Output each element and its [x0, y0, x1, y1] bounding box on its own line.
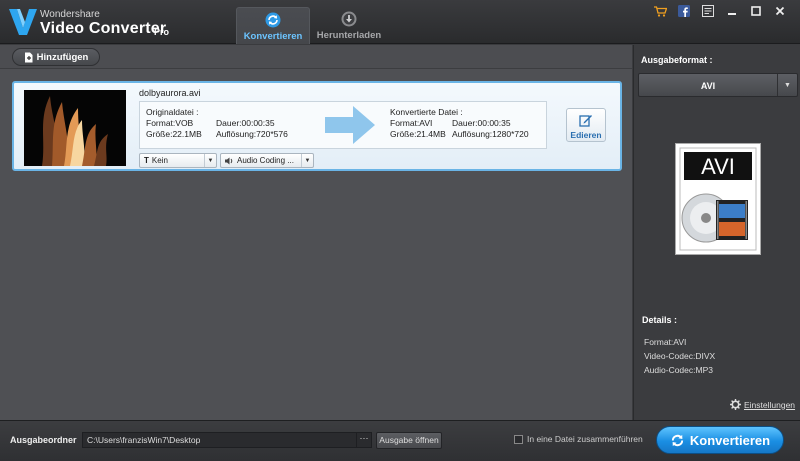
speaker-icon [225, 157, 233, 164]
window-controls [648, 3, 792, 19]
merge-files-option[interactable]: In eine Datei zusammenführen [514, 434, 643, 444]
bottom-bar: Ausgabeordner C:\Users\franzisWin7\Deskt… [0, 420, 800, 461]
brand-product: Video Converter [40, 20, 167, 37]
edit-label: Edieren [570, 130, 602, 140]
detail-video-codec: Video-Codec:DIVX [644, 351, 716, 361]
tab-download-label: Herunterladen [316, 30, 382, 41]
close-icon[interactable] [768, 3, 792, 19]
merge-label: In eine Datei zusammenführen [527, 434, 643, 444]
target-info: Konvertierte Datei : Format:AVI Dauer:00:… [390, 107, 529, 140]
output-format-value: AVI [700, 81, 716, 91]
output-folder-label: Ausgabeordner [10, 435, 77, 445]
output-folder-input[interactable]: C:\Users\franzisWin7\Desktop [82, 432, 372, 448]
file-item-card[interactable]: dolbyaurora.avi Originaldatei : Format:V… [12, 81, 622, 171]
subtitle-icon: T [144, 156, 149, 165]
audio-select-value: Audio Coding ... [237, 156, 294, 165]
subtitle-select-value: Kein [151, 156, 168, 165]
conversion-list-area: Hinzufügen dolbyaurora.avi Originaldatei… [0, 45, 632, 420]
maximize-icon[interactable] [744, 3, 768, 19]
file-info-box: Originaldatei : Format:VOB Dauer:00:00:35… [139, 101, 547, 149]
toolbar: Hinzufügen [0, 45, 632, 69]
avi-icon-label: AVI [701, 154, 735, 179]
tab-convert-label: Konvertieren [243, 31, 303, 42]
cart-icon[interactable] [648, 3, 672, 19]
tab-convert[interactable]: Konvertieren [236, 7, 310, 44]
add-files-button[interactable]: Hinzufügen [12, 48, 100, 66]
tab-download[interactable]: Herunterladen [312, 7, 386, 44]
detail-format: Format:AVI [644, 337, 687, 347]
source-duration: Dauer:00:00:35 [216, 118, 275, 128]
output-format-panel: Ausgabeformat : AVI ▼ AVI Details : Form… [633, 45, 800, 420]
target-duration: Dauer:00:00:35 [452, 118, 511, 128]
output-format-select[interactable]: AVI ▼ [638, 73, 798, 97]
source-size: Größe:22.1MB [146, 129, 202, 139]
output-format-title: Ausgabeformat : [641, 55, 713, 65]
browse-folder-button[interactable]: ··· [356, 433, 371, 447]
video-thumbnail [24, 90, 126, 166]
target-resolution: Auflösung:1280*720 [452, 129, 529, 139]
title-bar: Wondershare Video Converter Pro Konverti… [0, 0, 800, 44]
pencil-icon [579, 115, 592, 127]
brand-company: Wondershare [40, 9, 100, 20]
minimize-icon[interactable] [720, 3, 744, 19]
file-name: dolbyaurora.avi [139, 88, 201, 98]
target-heading: Konvertierte Datei : [390, 107, 463, 117]
chevron-down-icon: ▼ [301, 154, 313, 167]
convert-arrow-icon [325, 106, 375, 144]
source-format: Format:VOB [146, 118, 194, 128]
settings-link[interactable]: Einstellungen [730, 399, 795, 410]
download-icon [341, 11, 357, 27]
add-files-label: Hinzufügen [36, 51, 89, 63]
refresh-icon [671, 434, 684, 446]
gear-icon [730, 399, 741, 410]
source-info: Originaldatei : Format:VOB Dauer:00:00:35… [146, 107, 288, 140]
settings-label: Einstellungen [744, 399, 796, 410]
brand-edition: Pro [154, 27, 170, 37]
avi-format-icon[interactable]: AVI [675, 143, 761, 255]
chevron-down-icon: ▼ [777, 74, 797, 96]
convert-button[interactable]: Konvertieren [656, 426, 784, 454]
app-logo-icon [9, 9, 37, 35]
target-size: Größe:21.4MB [390, 129, 446, 139]
convert-button-label: Konvertieren [689, 432, 771, 448]
edit-button[interactable]: Edieren [566, 108, 606, 142]
subtitle-select[interactable]: T Kein ▼ [139, 153, 217, 168]
facebook-icon[interactable] [672, 3, 696, 19]
merge-checkbox[interactable] [514, 434, 523, 444]
refresh-icon [265, 12, 281, 28]
add-file-icon [24, 52, 33, 62]
audio-track-select[interactable]: Audio Coding ... ▼ [220, 153, 314, 168]
source-resolution: Auflösung:720*576 [216, 129, 288, 139]
register-icon[interactable] [696, 3, 720, 19]
open-output-button[interactable]: Ausgabe öffnen [376, 432, 442, 449]
chevron-down-icon: ▼ [204, 154, 216, 167]
details-list: Format:AVI Video-Codec:DIVX Audio-Codec:… [644, 335, 715, 377]
source-heading: Originaldatei : [146, 107, 199, 117]
detail-audio-codec: Audio-Codec:MP3 [644, 365, 713, 375]
target-format: Format:AVI [390, 118, 433, 128]
details-title: Details : [642, 315, 678, 325]
